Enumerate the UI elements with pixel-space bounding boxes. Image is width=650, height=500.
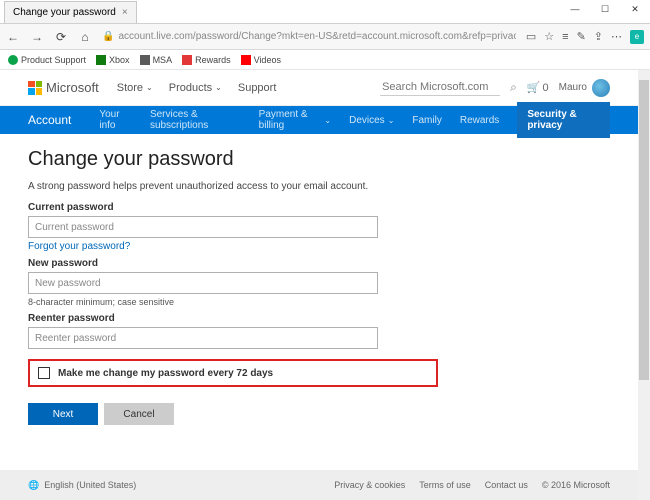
reenter-password-input[interactable]: Reenter password: [28, 327, 378, 349]
chevron-down-icon: ⌄: [215, 83, 222, 92]
search-icon[interactable]: ⌕: [510, 80, 517, 95]
minimize-button[interactable]: —: [560, 0, 590, 18]
chevron-down-icon: ⌄: [146, 83, 153, 92]
expire-password-row: Make me change my password every 72 days: [28, 359, 438, 387]
expire-password-checkbox[interactable]: [38, 367, 50, 379]
tab-rewards[interactable]: Rewards: [460, 115, 499, 126]
tab-title: Change your password: [13, 7, 116, 18]
page-content: Microsoft Store⌄ Products⌄ Support ⌕ 🛒0 …: [0, 70, 638, 500]
close-window-button[interactable]: ✕: [620, 0, 650, 18]
notes-icon[interactable]: ✎: [577, 30, 586, 43]
tab-your-info[interactable]: Your info: [99, 109, 132, 131]
tab-devices[interactable]: Devices⌄: [349, 115, 394, 126]
next-button[interactable]: Next: [28, 403, 98, 425]
nav-store[interactable]: Store⌄: [117, 82, 153, 94]
footer-contact-link[interactable]: Contact us: [485, 480, 528, 490]
forgot-password-link[interactable]: Forgot your password?: [28, 241, 130, 252]
cancel-button[interactable]: Cancel: [104, 403, 174, 425]
forward-button[interactable]: →: [30, 30, 44, 44]
avatar: [592, 79, 610, 97]
chevron-down-icon: ⌄: [388, 116, 395, 125]
form-content: Change your password A strong password h…: [0, 134, 638, 439]
tab-family[interactable]: Family: [412, 115, 441, 126]
cart-icon: 🛒: [527, 81, 541, 94]
maximize-button[interactable]: ☐: [590, 0, 620, 18]
microsoft-logo[interactable]: Microsoft: [28, 80, 99, 95]
site-header: Microsoft Store⌄ Products⌄ Support ⌕ 🛒0 …: [0, 70, 638, 106]
reading-view-icon[interactable]: ▭: [526, 30, 536, 43]
extension-badge[interactable]: e: [630, 30, 644, 44]
expire-password-label: Make me change my password every 72 days: [58, 368, 273, 379]
scrollbar-thumb[interactable]: [639, 80, 649, 380]
password-hint: 8-character minimum; case sensitive: [28, 297, 610, 307]
page-title: Change your password: [28, 148, 610, 171]
fav-xbox[interactable]: Xbox: [96, 55, 130, 65]
share-icon[interactable]: ⇪: [594, 30, 603, 43]
account-brand[interactable]: Account: [28, 113, 71, 127]
new-password-input[interactable]: New password: [28, 272, 378, 294]
url-text: account.live.com/password/Change?mkt=en-…: [118, 31, 515, 42]
refresh-button[interactable]: ⟳: [54, 30, 68, 44]
page-footer: 🌐 English (United States) Privacy & cook…: [0, 470, 638, 500]
footer-terms-link[interactable]: Terms of use: [419, 480, 471, 490]
nav-products[interactable]: Products⌄: [169, 82, 222, 94]
user-menu[interactable]: Mauro: [559, 79, 610, 97]
new-password-label: New password: [28, 258, 610, 269]
footer-copyright: © 2016 Microsoft: [542, 480, 610, 490]
current-password-input[interactable]: Current password: [28, 216, 378, 238]
vertical-scrollbar[interactable]: [638, 70, 650, 500]
site-search-input[interactable]: [380, 79, 500, 96]
browser-tab[interactable]: Change your password ×: [4, 1, 137, 23]
fav-msa[interactable]: MSA: [140, 55, 173, 65]
globe-icon: 🌐: [28, 480, 39, 491]
url-field[interactable]: 🔒 account.live.com/password/Change?mkt=e…: [102, 31, 516, 42]
more-icon[interactable]: ⋯: [611, 30, 622, 43]
footer-privacy-link[interactable]: Privacy & cookies: [334, 480, 405, 490]
page-subtitle: A strong password helps prevent unauthor…: [28, 181, 610, 192]
close-tab-icon[interactable]: ×: [122, 7, 128, 18]
window-titlebar: Change your password × — ☐ ✕: [0, 0, 650, 24]
reenter-password-label: Reenter password: [28, 313, 610, 324]
language-selector[interactable]: English (United States): [44, 480, 136, 490]
hub-icon[interactable]: ≡: [562, 31, 568, 43]
cart-button[interactable]: 🛒0: [527, 81, 549, 94]
home-button[interactable]: ⌂: [78, 30, 92, 44]
fav-product-support[interactable]: Product Support: [8, 55, 86, 65]
chevron-down-icon: ⌄: [324, 116, 331, 125]
lock-icon: 🔒: [102, 31, 114, 42]
favorites-bar: Product Support Xbox MSA Rewards Videos: [0, 50, 650, 70]
address-bar: ← → ⟳ ⌂ 🔒 account.live.com/password/Chan…: [0, 24, 650, 50]
microsoft-logo-icon: [28, 81, 42, 95]
fav-rewards[interactable]: Rewards: [182, 55, 231, 65]
account-nav: Account Your info Services & subscriptio…: [0, 106, 638, 134]
tab-security-privacy[interactable]: Security & privacy: [517, 102, 610, 138]
tab-services[interactable]: Services & subscriptions: [150, 109, 241, 131]
tab-payment[interactable]: Payment & billing⌄: [259, 109, 331, 131]
nav-support[interactable]: Support: [238, 82, 277, 94]
back-button[interactable]: ←: [6, 30, 20, 44]
fav-videos[interactable]: Videos: [241, 55, 281, 65]
favorite-icon[interactable]: ☆: [544, 30, 554, 43]
current-password-label: Current password: [28, 202, 610, 213]
